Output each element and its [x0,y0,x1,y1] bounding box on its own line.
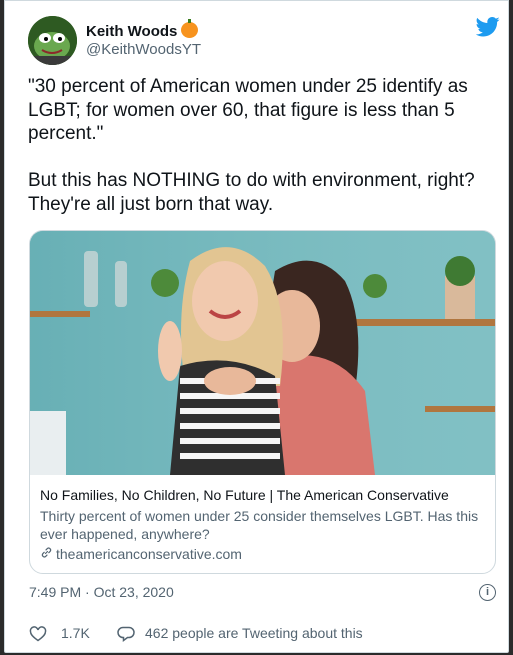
tweet-card: Keith Woods @KeithWoodsYT "30 percent of… [4,0,509,653]
preview-domain[interactable]: theamericanconservative.com [56,546,242,562]
heart-icon[interactable] [29,625,47,643]
tweet-text: "30 percent of American women under 25 i… [28,76,475,215]
avatar[interactable] [28,16,77,65]
link-preview-card[interactable]: No Families, No Children, No Future | Th… [29,230,496,574]
reply-bubble-icon[interactable] [117,625,135,643]
preview-domain-row[interactable]: theamericanconservative.com [40,545,485,563]
link-icon [40,545,53,563]
preview-description: Thirty percent of women under 25 conside… [40,508,479,542]
like-count[interactable]: 1.7K [61,625,90,641]
preview-title[interactable]: No Families, No Children, No Future | Th… [40,486,485,504]
timestamp[interactable]: 7:49 PM · Oct 23, 2020 [29,584,174,600]
preview-image [30,231,495,475]
tweeting-about-link[interactable]: 462 people are Tweeting about this [145,625,363,641]
author-name[interactable]: Keith Woods [86,23,177,40]
pumpkin-emoji-icon [181,19,199,38]
author-name-row[interactable]: Keith Woods [86,19,199,40]
author-handle[interactable]: @KeithWoodsYT [86,41,201,58]
info-icon[interactable]: i [479,584,496,601]
twitter-bird-icon[interactable] [476,17,500,37]
